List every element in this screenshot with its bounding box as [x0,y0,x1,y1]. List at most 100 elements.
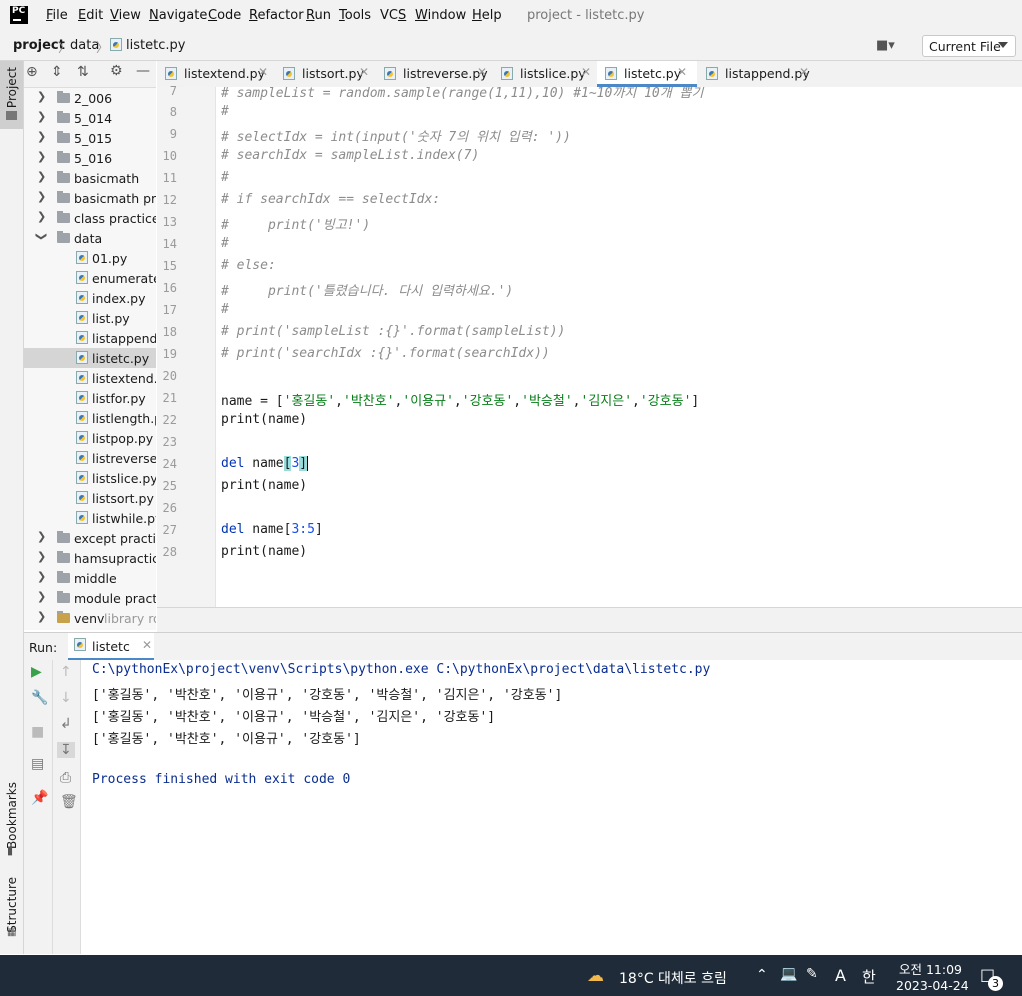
tree-file[interactable]: listreverse.py [24,448,156,468]
menu-view[interactable]: View [110,8,141,23]
chevron-right-icon: ❯ [37,590,47,603]
tree-folder[interactable]: ❯ 5_015 [24,128,156,148]
print-icon[interactable]: ⎙ [60,770,71,786]
tab-listappend[interactable]: listappend.py ✕ [698,61,813,87]
tree-file[interactable]: listslice.py [24,468,156,488]
chevron-right-icon: ❯ [37,150,47,163]
menu-file[interactable]: File [46,8,68,23]
tree-file[interactable]: listwhile.py [24,508,156,528]
trash-icon[interactable]: 🗑 [60,794,78,810]
tree-folder-data[interactable]: ❯ data [24,228,156,248]
breadcrumb-file[interactable]: listetc.py [126,38,185,53]
hide-panel-icon[interactable]: — [136,63,150,79]
code-editor[interactable]: # sampleList = random.sample(range(1,11)… [216,87,1022,607]
weather-cloud-icon[interactable]: ☁ [587,966,604,986]
user-icon[interactable]: ■▾ [876,38,895,53]
tool-tab-bookmarks[interactable]: Bookmarks ▮ [0,780,23,860]
tree-file[interactable]: 01.py [24,248,156,268]
python-file-icon [76,271,88,284]
tab-listetc[interactable]: listetc.py ✕ [597,61,697,87]
tree-file[interactable]: listappend.p [24,328,156,348]
locate-file-icon[interactable]: ⊕ [26,64,38,80]
tool-tab-project[interactable]: Project [0,61,23,129]
close-icon[interactable]: ✕ [581,65,591,79]
tree-file[interactable]: list.py [24,308,156,328]
run-configuration-select[interactable]: Current File [922,35,1016,57]
chevron-up-icon[interactable]: ⌃ [756,967,768,983]
line-number: 9 [169,127,177,141]
menu-edit[interactable]: Edit [78,8,103,23]
rerun-icon[interactable]: ▶ [31,664,42,680]
code-line-name-list: name = ['홍길동','박찬호','이용규','강호동','박승철','김… [221,394,700,409]
tree-folder-venv[interactable]: ❯venvlibrary roo [24,608,156,628]
folder-icon [57,531,70,543]
close-icon[interactable]: ✕ [258,65,268,79]
structure-icon: ▦ [7,927,17,938]
soft-wrap-icon[interactable]: ↲ [60,716,72,732]
pin-icon[interactable]: 📌 [31,790,48,806]
tree-file[interactable]: enumerate.p [24,268,156,288]
menu-help[interactable]: Help [472,8,502,23]
line-number: 18 [162,325,177,339]
tree-file[interactable]: listsort.py [24,488,156,508]
breadcrumb-data[interactable]: data [70,38,99,53]
close-icon[interactable]: ✕ [142,638,152,652]
tree-folder[interactable]: ❯ 5_014 [24,108,156,128]
close-icon[interactable]: ✕ [799,65,809,79]
tree-folder[interactable]: ❯ 5_016 [24,148,156,168]
collapse-all-icon[interactable]: ⇅ [77,64,89,80]
tree-folder[interactable]: ❯basicmath prac [24,188,156,208]
menu-run[interactable]: Run [306,8,331,23]
tree-folder[interactable]: ❯ middle [24,568,156,588]
tab-listreverse[interactable]: listreverse.py ✕ [376,61,492,87]
wrench-icon[interactable]: 🔧 [31,690,48,706]
weather-text[interactable]: 18°C 대체로 흐림 [619,968,727,988]
scroll-to-end-icon[interactable]: ↧ [57,742,75,758]
layout-icon[interactable]: ▤ [31,756,44,772]
notification-count-badge: 3 [988,976,1003,991]
tree-file[interactable]: listlength.py [24,408,156,428]
tree-file[interactable]: index.py [24,288,156,308]
expand-all-icon[interactable]: ⇕ [51,64,63,80]
tree-file[interactable]: listfor.py [24,388,156,408]
folder-icon [6,111,17,120]
tool-tab-structure-label: Structure [5,877,19,933]
close-icon[interactable]: ✕ [359,65,369,79]
tree-folder[interactable]: ❯hamsupractice [24,548,156,568]
run-console[interactable]: C:\pythonEx\project\venv\Scripts\python.… [81,660,1022,954]
tree-file[interactable]: listpop.py [24,428,156,448]
tab-listslice[interactable]: listslice.py ✕ [493,61,596,87]
pen-icon[interactable]: ✎ [806,966,818,982]
gear-icon[interactable]: ⚙ [110,63,123,79]
tool-tab-structure[interactable]: Structure ▦ [0,875,23,945]
tab-listsort[interactable]: listsort.py ✕ [275,61,375,87]
arrow-down-icon[interactable]: ↓ [60,690,72,706]
menu-tools[interactable]: Tools [339,8,371,23]
tree-folder[interactable]: ❯ 2_006 [24,88,156,108]
code-line: # if searchIdx == selectIdx: [221,192,441,207]
menu-window[interactable]: Window [415,8,466,23]
menu-navigate[interactable]: Navigate [149,8,207,23]
run-toolbar-primary: ▶ 🔧 ■ ▤ 📌 [24,660,53,954]
chevron-down-icon: ❯ [35,231,49,242]
tree-folder[interactable]: ❯module practic [24,588,156,608]
menu-refactor[interactable]: Refactor [249,8,304,23]
ime-hangul-icon[interactable]: 한 [862,966,876,987]
tree-file[interactable]: listextend.py [24,368,156,388]
tree-file-selected[interactable]: listetc.py [24,348,156,368]
tree-folder[interactable]: ❯ basicmath [24,168,156,188]
python-file-icon [384,67,396,80]
close-icon[interactable]: ✕ [677,65,687,79]
close-icon[interactable]: ✕ [477,65,487,79]
stop-icon[interactable]: ■ [31,724,44,740]
arrow-up-icon[interactable]: ↑ [60,664,72,680]
tree-folder[interactable]: ❯ class practice [24,208,156,228]
tree-folder[interactable]: ❯except practice [24,528,156,548]
clock-date[interactable]: 2023-04-24 [896,978,969,993]
clock-time[interactable]: 오전 11:09 [899,959,962,978]
ime-mode-icon[interactable]: A [835,966,846,985]
network-icon[interactable]: 💻 [780,966,797,982]
menu-code[interactable]: Code [208,8,241,23]
run-tab-listetc[interactable]: listetc ✕ [68,633,154,661]
menu-vcs[interactable]: VCS [380,8,406,23]
